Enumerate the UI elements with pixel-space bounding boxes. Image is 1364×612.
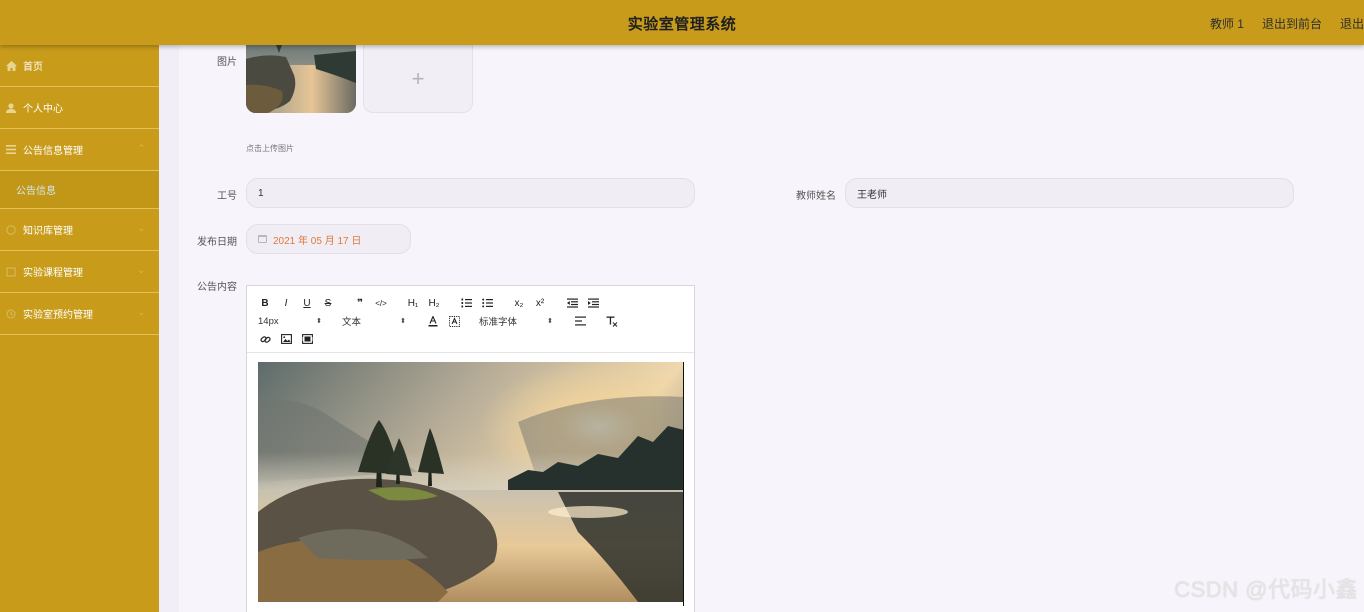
list-bullet-icon <box>481 298 493 308</box>
calendar-icon <box>5 308 17 320</box>
select-caret-icon: ⬍ <box>316 318 322 325</box>
toolbar-row-2: 14px ⬍ 文本 ⬍ 标准字体 ⬍ <box>258 312 694 330</box>
sidebar-subitem-notice-info[interactable]: 公告信息 <box>0 171 159 209</box>
current-user: 教师 1 <box>1209 17 1244 31</box>
calendar-icon <box>258 235 267 243</box>
ordered-list-button[interactable] <box>459 296 473 310</box>
clear-format-button[interactable] <box>605 314 619 328</box>
bullet-list-button[interactable] <box>480 296 494 310</box>
header-select-value: 文本 <box>342 317 362 328</box>
sidebar-item-label: 公告信息管理 <box>23 146 83 157</box>
underline-button[interactable]: U <box>300 296 314 310</box>
chevron-down-icon: ⌄ <box>137 223 145 233</box>
indent-icon <box>587 298 599 308</box>
header-actions: 教师 1 退出到前台 退出 <box>1210 15 1364 32</box>
italic-button[interactable]: I <box>279 296 293 310</box>
book-icon <box>5 224 17 236</box>
main-content: 图片 + 点击上传图片 工号 1 教师姓名 王老师 发布日期 2021 年 05… <box>159 45 1364 612</box>
chevron-up-icon: ⌃ <box>137 143 145 153</box>
background-color-button[interactable] <box>447 314 461 328</box>
video-icon <box>301 334 313 344</box>
header-select[interactable]: 文本 ⬍ <box>342 314 406 328</box>
insert-image-button[interactable] <box>279 332 293 346</box>
outdent-icon <box>566 298 578 308</box>
select-caret-icon: ⬍ <box>547 318 553 325</box>
font-size-value: 14px <box>258 315 279 327</box>
app-title: 实验室管理系统 <box>627 16 737 33</box>
sidebar-item-label: 实验课程管理 <box>23 268 83 279</box>
font-family-select[interactable]: 标准字体 ⬍ <box>479 314 553 328</box>
superscript-button[interactable]: x² <box>533 296 547 310</box>
back-to-front-link[interactable]: 退出到前台 <box>1262 15 1322 32</box>
job-number-input[interactable]: 1 <box>246 178 695 208</box>
content-gutter <box>159 45 179 612</box>
blockquote-button[interactable]: ❞ <box>353 296 367 310</box>
plus-icon: + <box>411 65 425 91</box>
link-button[interactable] <box>258 332 272 346</box>
outdent-button[interactable] <box>565 296 579 310</box>
sidebar-item-lab-booking[interactable]: 实验室预约管理 ⌄ <box>0 293 159 335</box>
sidebar-item-knowledge-base[interactable]: 知识库管理 ⌄ <box>0 209 159 251</box>
font-color-button[interactable] <box>426 314 440 328</box>
publish-date-value: 2021 年 05 月 17 日 <box>273 235 362 247</box>
header-2-button[interactable]: H₂ <box>427 296 441 310</box>
sidebar-item-label: 知识库管理 <box>23 226 73 237</box>
upload-hint: 点击上传图片 <box>246 144 294 153</box>
upload-image-button[interactable]: + <box>363 45 473 113</box>
sidebar-item-label: 实验室预约管理 <box>23 310 93 321</box>
image-resize-edge <box>683 362 684 606</box>
clear-format-icon <box>606 316 618 327</box>
sidebar-subitem-label: 公告信息 <box>16 186 56 197</box>
subscript-button[interactable]: x₂ <box>512 296 526 310</box>
sidebar-item-course[interactable]: 实验课程管理 ⌄ <box>0 251 159 293</box>
rich-text-editor[interactable]: B I U S ❞ </> H₁ H₂ x₂ x² 14px ⬍ 文本 ⬍ 标准… <box>246 285 695 612</box>
font-size-select[interactable]: 14px ⬍ <box>258 316 322 327</box>
editor-content-image[interactable] <box>258 362 684 602</box>
insert-video-button[interactable] <box>300 332 314 346</box>
sidebar-item-home[interactable]: 首页 <box>0 45 159 87</box>
job-number-label: 工号 <box>217 191 237 202</box>
watermark: CSDN @代码小鑫 <box>1174 577 1358 602</box>
sidebar-item-label: 首页 <box>23 62 43 73</box>
background-color-icon <box>448 315 460 327</box>
list-ordered-icon <box>461 298 472 308</box>
sidebar-item-label: 个人中心 <box>23 104 63 115</box>
uploaded-image-thumbnail[interactable] <box>246 45 356 113</box>
user-icon <box>5 102 17 114</box>
align-button[interactable] <box>573 314 587 328</box>
align-left-icon <box>574 316 586 326</box>
font-color-icon <box>428 315 438 326</box>
home-icon <box>5 60 17 72</box>
chevron-down-icon: ⌄ <box>137 265 145 275</box>
publish-date-label: 发布日期 <box>197 237 237 248</box>
sidebar: 首页 个人中心 公告信息管理 ⌃ 公告信息 知识库管理 ⌄ 实验课程管理 ⌄ 实… <box>0 45 159 612</box>
teacher-name-input[interactable]: 王老师 <box>845 178 1294 208</box>
toolbar-row-1: B I U S ❞ </> H₁ H₂ x₂ x² <box>258 294 694 312</box>
editor-toolbar: B I U S ❞ </> H₁ H₂ x₂ x² 14px ⬍ 文本 ⬍ 标准… <box>247 286 694 353</box>
select-caret-icon: ⬍ <box>400 318 406 325</box>
sidebar-item-profile[interactable]: 个人中心 <box>0 87 159 129</box>
logout-link[interactable]: 退出 <box>1340 15 1364 32</box>
job-number-value: 1 <box>258 187 264 199</box>
course-icon <box>5 266 17 278</box>
top-header: 实验室管理系统 教师 1 退出到前台 退出 <box>0 0 1364 45</box>
toolbar-row-3 <box>258 330 694 348</box>
menu-icon <box>5 144 17 156</box>
content-label: 公告内容 <box>197 282 237 293</box>
font-family-value: 标准字体 <box>479 317 518 328</box>
strike-button[interactable]: S <box>321 296 335 310</box>
image-label: 图片 <box>217 57 237 68</box>
header-1-button[interactable]: H₁ <box>406 296 420 310</box>
chevron-down-icon: ⌄ <box>137 307 145 317</box>
teacher-name-value: 王老师 <box>857 189 887 201</box>
bold-button[interactable]: B <box>258 296 272 310</box>
sidebar-item-notice-management[interactable]: 公告信息管理 ⌃ <box>0 129 159 171</box>
code-block-button[interactable]: </> <box>374 296 388 310</box>
image-icon <box>280 334 292 344</box>
publish-date-picker[interactable]: 2021 年 05 月 17 日 <box>246 224 411 254</box>
link-icon <box>259 335 271 343</box>
indent-button[interactable] <box>586 296 600 310</box>
teacher-name-label: 教师姓名 <box>796 191 836 202</box>
